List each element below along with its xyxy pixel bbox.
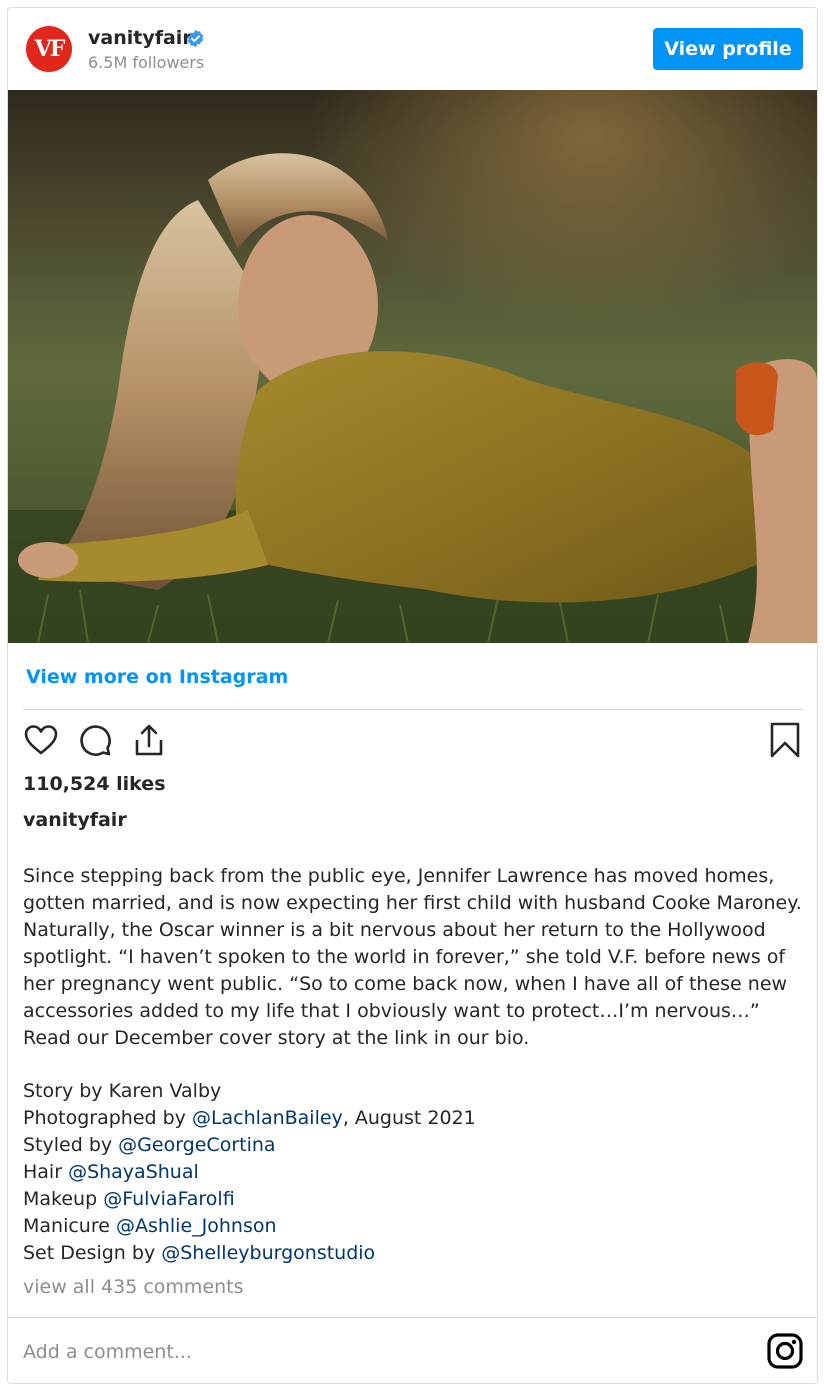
username[interactable]: vanityfair: [88, 27, 192, 49]
view-profile-button[interactable]: View profile: [653, 28, 803, 70]
comment-bar: [8, 1317, 817, 1383]
save-button[interactable]: [766, 721, 804, 759]
add-comment-input[interactable]: [23, 1336, 723, 1368]
credit-label: Hair: [23, 1161, 69, 1183]
instagram-embed-card: VF vanityfair 6.5M followers View profil…: [7, 7, 818, 1384]
heart-icon: [24, 725, 58, 755]
likes-count[interactable]: 110,524 likes: [23, 773, 166, 795]
view-more-on-instagram-link[interactable]: View more on Instagram: [26, 666, 288, 688]
credit-label: Photographed by: [23, 1107, 192, 1129]
like-button[interactable]: [22, 721, 60, 759]
caption-text: Since stepping back from the public eye,…: [23, 865, 802, 1049]
mention-link[interactable]: @ShayaShual: [68, 1161, 199, 1183]
mention-link[interactable]: @Shelleyburgonstudio: [161, 1242, 375, 1264]
credit-suffix: , August 2021: [342, 1107, 476, 1129]
share-button[interactable]: [130, 721, 168, 759]
share-icon: [135, 724, 163, 756]
credit-hair: Hair @ShayaShual: [23, 1159, 808, 1186]
credit-label: Manicure: [23, 1215, 116, 1237]
avatar-logo-text: VF: [34, 36, 66, 62]
mention-link[interactable]: @Ashlie_Johnson: [116, 1215, 277, 1237]
credit-label: Makeup: [23, 1188, 104, 1210]
caption-username[interactable]: vanityfair: [23, 809, 127, 831]
credit-label: Set Design by: [23, 1242, 162, 1264]
credit-photographer: Photographed by @LachlanBailey, August 2…: [23, 1105, 808, 1132]
credit-stylist: Styled by @GeorgeCortina: [23, 1132, 808, 1159]
credit-label: Styled by: [23, 1134, 119, 1156]
divider: [23, 709, 803, 710]
post-header: VF vanityfair 6.5M followers View profil…: [8, 8, 817, 90]
followers-count: 6.5M followers: [88, 53, 205, 72]
post-image: [8, 90, 817, 643]
avatar[interactable]: VF: [26, 26, 72, 72]
view-all-comments-link[interactable]: view all 435 comments: [23, 1276, 244, 1298]
verified-badge-icon: [187, 29, 204, 48]
instagram-icon[interactable]: [766, 1332, 804, 1370]
mention-link[interactable]: @FulviaFarolfi: [103, 1188, 234, 1210]
bookmark-icon: [770, 722, 800, 758]
credit-makeup: Makeup @FulviaFarolfi: [23, 1186, 808, 1213]
post-photo[interactable]: [8, 90, 817, 643]
credit-story: Story by Karen Valby: [23, 1080, 222, 1102]
mention-link[interactable]: @GeorgeCortina: [118, 1134, 275, 1156]
credit-manicure: Manicure @Ashlie_Johnson: [23, 1213, 808, 1240]
caption-credits: Story by Karen Valby Photographed by @La…: [23, 1078, 808, 1267]
mention-link[interactable]: @LachlanBailey: [192, 1107, 343, 1129]
comment-button[interactable]: [76, 721, 114, 759]
comment-icon: [80, 725, 111, 756]
credit-set-design: Set Design by @Shelleyburgonstudio: [23, 1240, 808, 1267]
